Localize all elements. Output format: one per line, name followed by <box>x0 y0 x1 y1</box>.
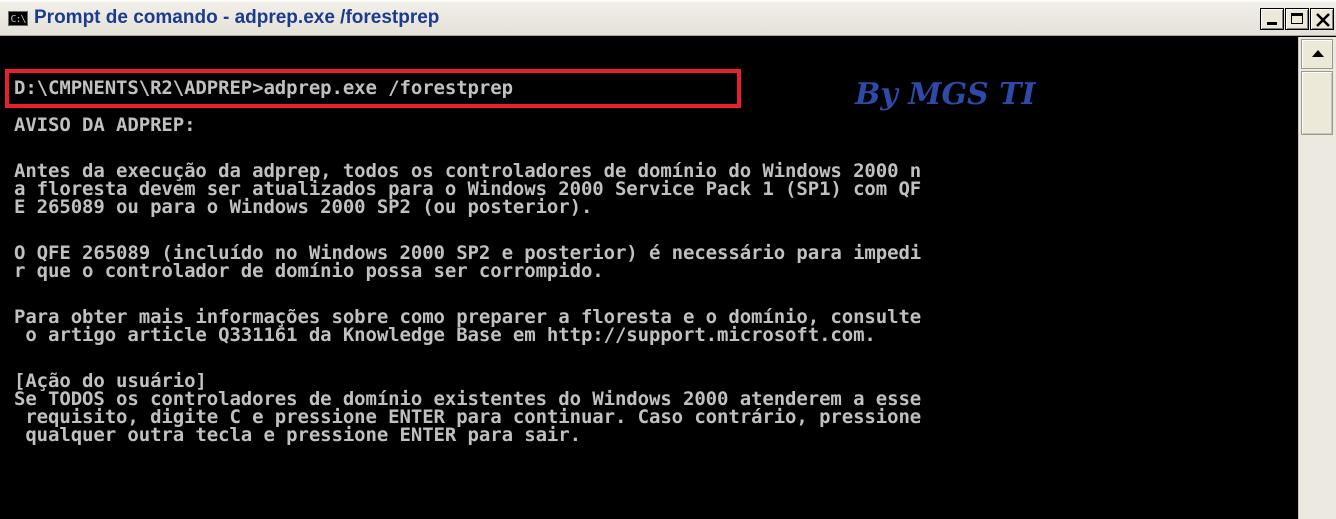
scroll-up-button[interactable] <box>1301 39 1333 69</box>
maximize-button[interactable] <box>1285 8 1309 30</box>
command-prompt-window: C:\ Prompt de comando - adprep.exe /fore… <box>0 0 1336 519</box>
watermark-text: By MGS TI <box>855 77 1036 112</box>
console-line: o artigo article Q331161 da Knowledge Ba… <box>14 324 876 346</box>
close-icon <box>1316 13 1330 27</box>
console-line: r que o controlador de domínio possa ser… <box>14 260 604 282</box>
minimize-button[interactable] <box>1260 8 1284 30</box>
console-line: D:\CMPNENTS\R2\ADPREP>adprep.exe /forest… <box>14 77 513 99</box>
console-line: AVISO DA ADPREP: <box>14 114 196 136</box>
maximize-icon <box>1291 13 1303 24</box>
console-line: qualquer outra tecla e pressione ENTER p… <box>14 424 581 446</box>
minimize-icon <box>1267 22 1277 25</box>
window-title: Prompt de comando - adprep.exe /forestpr… <box>34 7 440 28</box>
console-line: E 265089 ou para o Windows 2000 SP2 (ou … <box>14 196 593 218</box>
console-output[interactable]: By MGS TI D:\CMPNENTS\R2\ADPREP>adprep.e… <box>0 37 1298 519</box>
close-button[interactable] <box>1310 8 1334 30</box>
scroll-thumb[interactable] <box>1301 71 1333 135</box>
arrow-up-icon <box>1312 50 1324 57</box>
cmd-icon[interactable]: C:\ <box>8 11 28 26</box>
vertical-scrollbar[interactable] <box>1298 37 1336 519</box>
title-bar[interactable]: C:\ Prompt de comando - adprep.exe /fore… <box>0 0 1336 36</box>
